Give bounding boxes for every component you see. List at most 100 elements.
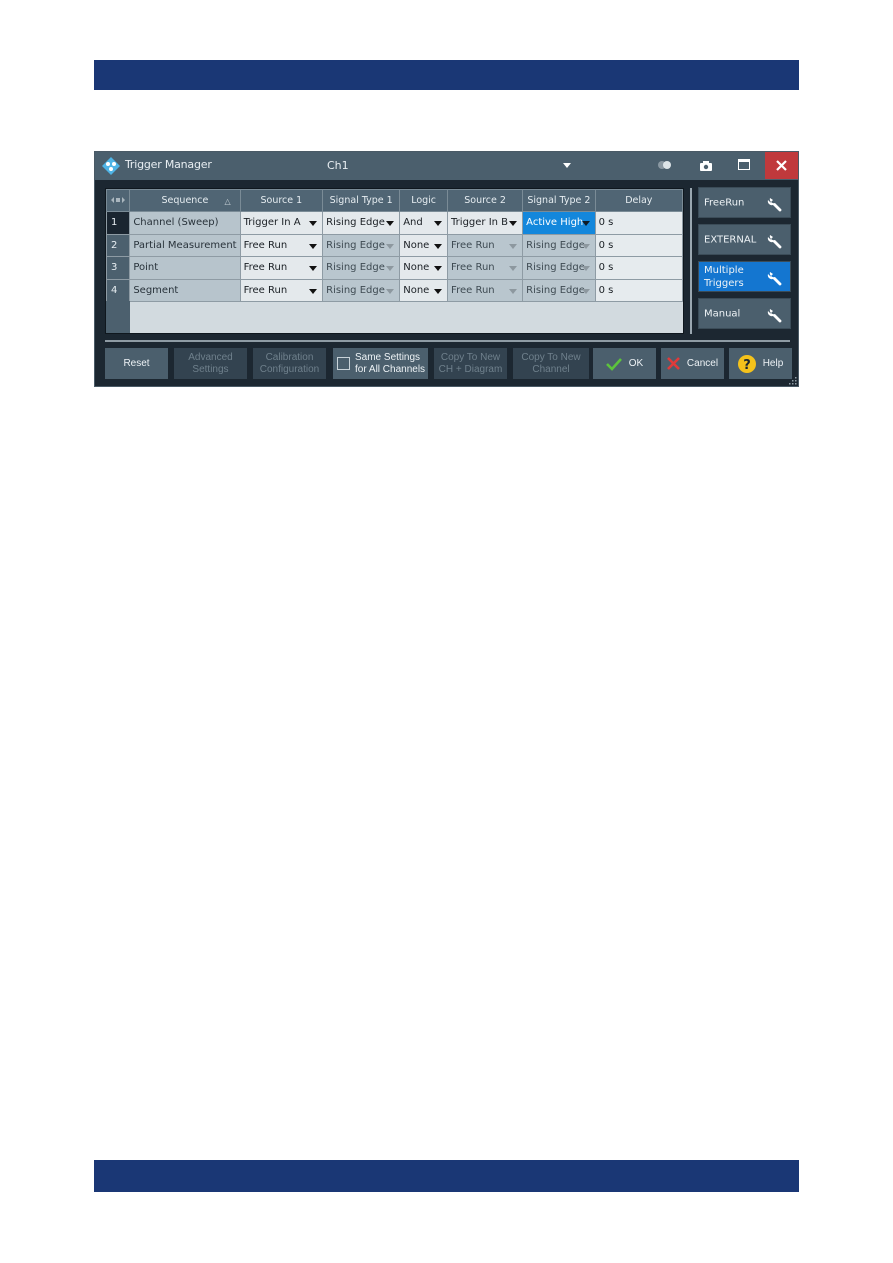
- dropdown-arrow-icon: [509, 266, 518, 271]
- dropdown-arrow-icon: [509, 221, 518, 226]
- sequence-cell: Channel (Sweep): [129, 211, 241, 235]
- column-header-source-2[interactable]: Source 2: [447, 189, 524, 212]
- trigger-manager-dialog: Trigger Manager Ch1 Sequence △ Source 1 …: [94, 151, 799, 387]
- column-header-signal-type-2[interactable]: Signal Type 2: [522, 189, 596, 212]
- reset-button[interactable]: Reset: [105, 348, 168, 379]
- checkmark-icon: [605, 357, 622, 371]
- checkbox-icon: [337, 357, 350, 370]
- table-row[interactable]: 2 Partial Measurement Free Run Rising Ed…: [106, 233, 683, 257]
- sort-ascending-icon: △: [224, 197, 231, 206]
- signal-type-2-dropdown: Rising Edge: [522, 233, 596, 257]
- toggle-icon[interactable]: [658, 160, 672, 170]
- multiple-triggers-preset-button[interactable]: Multiple Triggers: [698, 261, 791, 292]
- source-1-dropdown[interactable]: Free Run: [239, 256, 324, 280]
- signal-type-2-dropdown[interactable]: Active High: [522, 211, 596, 235]
- signal-type-2-dropdown: Rising Edge: [522, 256, 596, 280]
- logic-dropdown[interactable]: And: [399, 211, 449, 235]
- delay-input[interactable]: 0 s: [594, 256, 683, 280]
- app-logo-icon: [102, 157, 120, 175]
- dropdown-arrow-icon: [386, 221, 395, 226]
- row-number[interactable]: 2: [106, 233, 131, 257]
- table-empty-area: [106, 301, 683, 333]
- column-header-signal-type-1[interactable]: Signal Type 1: [322, 189, 401, 212]
- column-header-sequence[interactable]: Sequence △: [129, 189, 241, 212]
- dropdown-arrow-icon: [581, 288, 590, 294]
- advanced-settings-button: Advanced Settings: [174, 348, 247, 379]
- dropdown-arrow-icon: [309, 266, 318, 271]
- source-1-dropdown[interactable]: Trigger In A: [239, 211, 324, 235]
- signal-type-1-dropdown: Rising Edge: [322, 233, 401, 257]
- sequence-cell: Partial Measurement: [129, 233, 241, 257]
- delay-input[interactable]: 0 s: [594, 233, 683, 257]
- signal-type-1-dropdown[interactable]: Rising Edge: [322, 211, 401, 235]
- source-2-dropdown: Free Run: [447, 278, 524, 302]
- camera-icon[interactable]: [699, 160, 713, 172]
- page-header-band: [94, 60, 799, 90]
- logic-dropdown[interactable]: None: [399, 233, 449, 257]
- calibration-configuration-button: Calibration Configuration: [253, 348, 326, 379]
- close-button[interactable]: [765, 152, 798, 179]
- dropdown-arrow-icon: [434, 221, 443, 226]
- trigger-sequence-table: Sequence △ Source 1 Signal Type 1 Logic S…: [105, 188, 684, 334]
- column-header-logic[interactable]: Logic: [399, 189, 449, 212]
- delay-input[interactable]: 0 s: [594, 278, 683, 302]
- dropdown-arrow-icon: [386, 266, 395, 271]
- dropdown-arrow-icon: [386, 243, 395, 249]
- dropdown-arrow-icon: [309, 243, 318, 249]
- same-settings-checkbox[interactable]: Same Settings for All Channels: [333, 348, 428, 379]
- row-header-corner[interactable]: [106, 189, 131, 212]
- column-header-delay[interactable]: Delay: [594, 189, 683, 212]
- dropdown-arrow-icon: [386, 288, 395, 294]
- svg-text:?: ?: [743, 358, 751, 373]
- dropdown-arrow-icon: [509, 243, 518, 249]
- sequence-cell: Segment: [129, 278, 241, 302]
- title-bar[interactable]: Trigger Manager Ch1: [95, 152, 798, 180]
- column-resize-icon: [111, 195, 126, 203]
- signal-type-1-dropdown: Rising Edge: [322, 256, 401, 280]
- signal-type-2-dropdown: Rising Edge: [522, 278, 596, 302]
- row-number[interactable]: 4: [106, 278, 131, 302]
- manual-preset-button[interactable]: Manual: [698, 298, 791, 329]
- source-2-dropdown: Free Run: [447, 233, 524, 257]
- wrench-icon: [767, 272, 782, 286]
- ok-button[interactable]: OK: [593, 348, 656, 379]
- dropdown-arrow-icon: [581, 243, 590, 249]
- table-row[interactable]: 1 Channel (Sweep) Trigger In A Rising Ed…: [106, 211, 683, 235]
- horizontal-divider: [105, 340, 790, 342]
- wrench-icon: [767, 198, 782, 212]
- table-row[interactable]: 3 Point Free Run Rising Edge None Free R…: [106, 256, 683, 280]
- row-number[interactable]: 3: [106, 256, 131, 280]
- dropdown-arrow-icon: [434, 266, 443, 271]
- freerun-preset-button[interactable]: FreeRun: [698, 187, 791, 218]
- dropdown-arrow-icon: [509, 288, 518, 294]
- dropdown-arrow-icon: [581, 221, 590, 226]
- table-row[interactable]: 4 Segment Free Run Rising Edge None Free…: [106, 278, 683, 302]
- source-1-dropdown[interactable]: Free Run: [239, 233, 324, 257]
- source-2-dropdown[interactable]: Trigger In B: [447, 211, 524, 235]
- column-header-source-1[interactable]: Source 1: [239, 189, 324, 212]
- copy-to-new-channel-button: Copy To New Channel: [513, 348, 589, 379]
- delay-input[interactable]: 0 s: [594, 211, 683, 235]
- wrench-icon: [767, 309, 782, 323]
- help-icon: ?: [737, 354, 756, 373]
- external-preset-button[interactable]: EXTERNAL: [698, 224, 791, 255]
- dropdown-arrow-icon: [309, 221, 318, 226]
- copy-to-new-ch-diagram-button: Copy To New CH + Diagram: [434, 348, 507, 379]
- channel-dropdown-icon[interactable]: [563, 163, 571, 168]
- logic-dropdown[interactable]: None: [399, 278, 449, 302]
- source-1-dropdown[interactable]: Free Run: [239, 278, 324, 302]
- resize-grip-icon[interactable]: [789, 377, 797, 385]
- row-number[interactable]: 1: [106, 211, 131, 235]
- cancel-button[interactable]: Cancel: [661, 348, 724, 379]
- dialog-title: Trigger Manager: [125, 158, 212, 171]
- channel-selector[interactable]: Ch1: [327, 159, 349, 172]
- vertical-divider: [690, 188, 692, 334]
- dropdown-arrow-icon: [434, 243, 443, 249]
- wrench-icon: [767, 235, 782, 249]
- maximize-icon[interactable]: [738, 159, 750, 170]
- dropdown-arrow-icon: [309, 288, 318, 294]
- help-button[interactable]: ? Help: [729, 348, 792, 379]
- source-2-dropdown: Free Run: [447, 256, 524, 280]
- dropdown-arrow-icon: [581, 266, 590, 271]
- logic-dropdown[interactable]: None: [399, 256, 449, 280]
